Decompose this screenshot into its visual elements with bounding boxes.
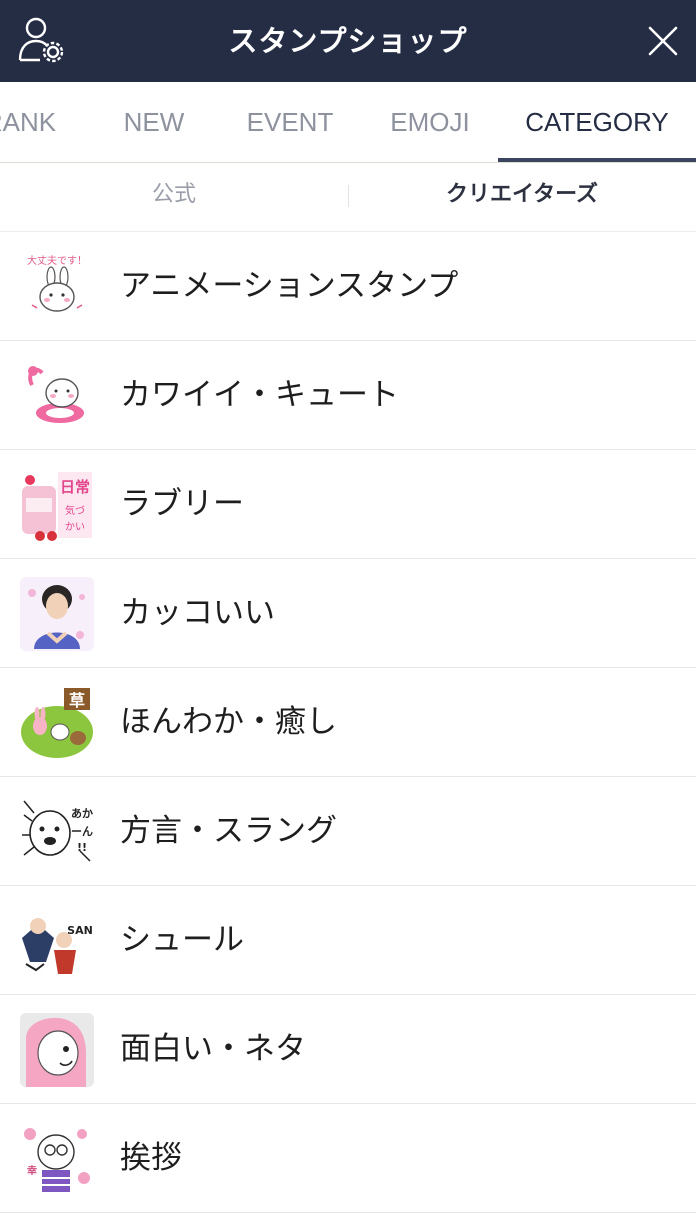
category-item-funny[interactable]: 面白い・ネタ <box>0 995 696 1104</box>
svg-text:草: 草 <box>69 691 85 710</box>
svg-text:ーん: ーん <box>71 825 93 838</box>
category-label: アニメーションスタンプ <box>120 268 459 304</box>
sticker-thumbnail: あか ーん !! <box>20 795 94 869</box>
tab-new[interactable]: NEW <box>104 82 204 162</box>
category-label: 方言・スラング <box>120 813 337 849</box>
close-icon[interactable] <box>648 26 678 56</box>
sticker-thumbnail: 大丈夫です！ <box>20 250 94 324</box>
svg-text:日常: 日常 <box>60 478 90 496</box>
svg-text:SAN: SAN <box>67 924 93 937</box>
shop-tabs: RANK NEW EVENT EMOJI CATEGORY <box>0 82 696 163</box>
sticker-thumbnail: 幸 <box>20 1122 94 1196</box>
category-label: ほんわか・癒し <box>120 704 337 740</box>
category-item-animation[interactable]: 大丈夫です！ アニメーションスタンプ <box>0 232 696 341</box>
tab-event[interactable]: EVENT <box>230 82 350 162</box>
sticker-thumbnail: SAN <box>20 904 94 978</box>
category-item-lovely[interactable]: 日常 気づ かい ラブリー <box>0 450 696 559</box>
category-item-dialect-slang[interactable]: あか ーん !! 方言・スラング <box>0 777 696 886</box>
svg-text:気づ: 気づ <box>65 504 85 517</box>
app-header: スタンプショップ <box>0 0 696 82</box>
svg-text:!!: !! <box>77 841 87 854</box>
sticker-thumbnail <box>20 1013 94 1087</box>
subtab-creators[interactable]: クリエイターズ <box>348 163 696 231</box>
category-label: 挨拶 <box>120 1140 182 1176</box>
category-item-greeting[interactable]: 幸 挨拶 <box>0 1104 696 1213</box>
sticker-thumbnail <box>20 359 94 433</box>
svg-text:幸: 幸 <box>27 1164 37 1177</box>
sticker-thumbnail <box>20 577 94 651</box>
category-item-surreal[interactable]: SAN シュール <box>0 886 696 995</box>
tab-emoji[interactable]: EMOJI <box>375 82 485 162</box>
tab-category[interactable]: CATEGORY <box>498 82 696 162</box>
page-title: スタンプショップ <box>228 24 468 58</box>
category-item-cool[interactable]: カッコいい <box>0 559 696 668</box>
category-item-healing[interactable]: 草 ほんわか・癒し <box>0 668 696 777</box>
svg-text:あか: あか <box>71 807 93 820</box>
subtab-official[interactable]: 公式 <box>0 163 348 231</box>
category-label: カワイイ・キュート <box>120 377 399 413</box>
svg-text:大丈夫です！: 大丈夫です！ <box>27 254 87 267</box>
category-label: カッコいい <box>120 595 275 631</box>
sticker-thumbnail: 日常 気づ かい <box>20 468 94 542</box>
sticker-thumbnail: 草 <box>20 686 94 760</box>
category-label: 面白い・ネタ <box>120 1031 306 1067</box>
category-item-kawaii-cute[interactable]: カワイイ・キュート <box>0 341 696 450</box>
category-subtabs: 公式 クリエイターズ <box>0 163 696 232</box>
tab-rank[interactable]: RANK <box>0 82 80 162</box>
category-label: ラブリー <box>120 486 244 522</box>
category-list: 大丈夫です！ アニメーションスタンプ カワイイ・キュート 日常 気づ かい ラブ… <box>0 232 696 1213</box>
svg-text:かい: かい <box>65 521 85 533</box>
category-label: シュール <box>120 922 244 958</box>
